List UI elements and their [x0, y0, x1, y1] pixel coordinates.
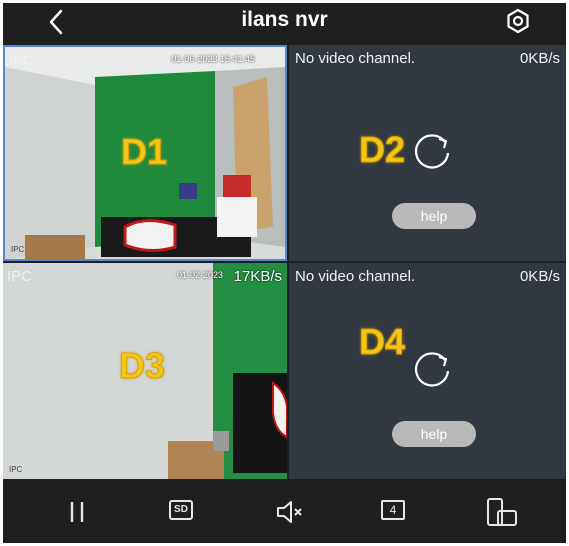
channel-tile-d1[interactable]: IPC 01-06-2023 15:41:45 IPC D1	[3, 45, 287, 261]
channel-tile-d2[interactable]: No video channel. 0KB/s D2 help	[289, 45, 566, 261]
channel-badge: D3	[118, 345, 166, 387]
no-video-message: No video channel.	[295, 268, 416, 285]
bitrate-label: 17KB/s	[233, 268, 282, 285]
speaker-muted-icon	[277, 501, 302, 523]
no-video-message: No video channel.	[295, 50, 416, 67]
phone-rotate-icon	[487, 498, 517, 526]
split-count-label: 4	[381, 500, 405, 520]
settings-button[interactable]	[503, 6, 533, 36]
pause-button[interactable]	[65, 497, 89, 527]
channel-tile-d4[interactable]: No video channel. 0KB/s D4 help	[289, 263, 566, 479]
channel-badge: D2	[358, 129, 406, 171]
channel-badge: D4	[358, 321, 406, 363]
gear-icon	[507, 8, 529, 34]
timestamp-overlay: 01-02-2023	[176, 270, 223, 280]
split-screen-button[interactable]: 4	[381, 497, 409, 527]
reload-button[interactable]	[412, 349, 456, 393]
refresh-icon	[414, 134, 450, 169]
mute-button[interactable]	[275, 497, 305, 527]
page-title: ilans nvr	[241, 8, 328, 31]
help-button[interactable]: help	[392, 203, 476, 229]
camera-name-overlay: IPC	[9, 465, 23, 474]
pause-icon	[70, 502, 84, 522]
timestamp-overlay: 01-06-2023 15:41:45	[171, 54, 255, 64]
channel-badge: D1	[120, 131, 168, 173]
help-button[interactable]: help	[392, 421, 476, 447]
sd-quality-label: SD	[169, 500, 193, 520]
playback-toolbar: SD 4	[3, 479, 566, 543]
refresh-icon	[414, 352, 450, 387]
grid-divider-horizontal	[3, 261, 566, 263]
channel-tile-d3[interactable]: IPC 01-02-2023 17KB/s IPC D3	[3, 263, 287, 479]
video-grid: IPC 01-06-2023 15:41:45 IPC D1 No video …	[3, 45, 566, 479]
reload-button[interactable]	[412, 131, 456, 175]
channel-type-label: IPC	[9, 52, 35, 69]
bitrate-label: 0KB/s	[519, 268, 560, 285]
channel-type-label: IPC	[7, 268, 33, 285]
camera-name-overlay: IPC	[11, 245, 25, 254]
rotate-screen-button[interactable]	[485, 497, 519, 527]
top-bar: ilans nvr	[3, 3, 566, 45]
stream-quality-button[interactable]: SD	[169, 497, 197, 527]
nvr-live-view: ilans nvr IPC 01-06-2023 15:41:45 IPC D1…	[3, 3, 566, 543]
bitrate-label: 0KB/s	[519, 50, 560, 67]
